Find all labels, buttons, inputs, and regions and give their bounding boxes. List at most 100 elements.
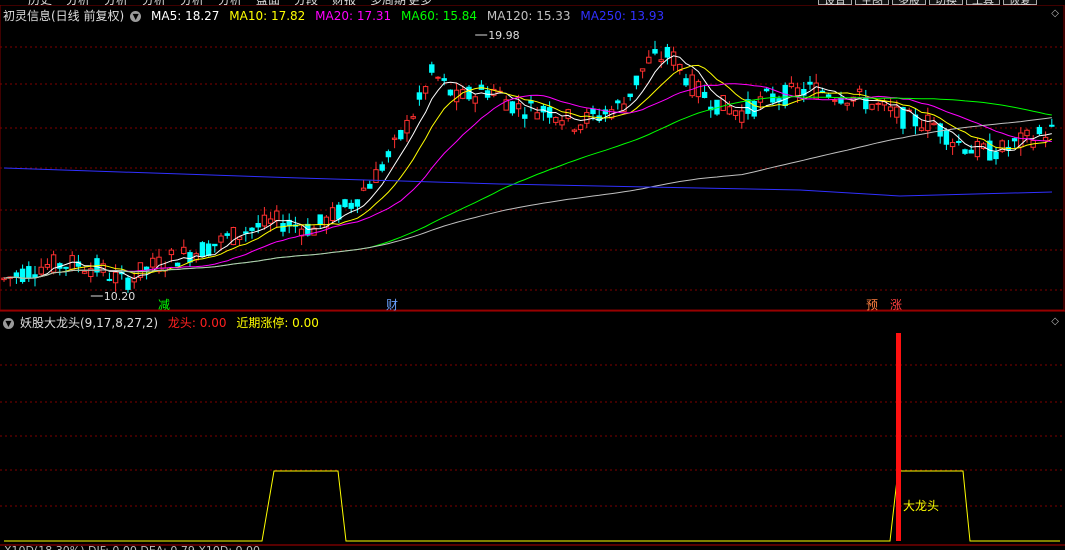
top-menu-button[interactable]: 多股 — [892, 0, 926, 5]
candle-down[interactable] — [782, 84, 788, 106]
candle-up[interactable] — [720, 95, 726, 111]
candle-up[interactable] — [553, 116, 559, 123]
candle-down[interactable] — [379, 164, 385, 171]
candle-down[interactable] — [590, 108, 596, 115]
candle-down[interactable] — [174, 262, 181, 267]
candle-up[interactable] — [360, 187, 367, 191]
top-menu-item[interactable]: 分析 — [66, 0, 90, 5]
candle-up[interactable] — [534, 112, 540, 120]
candle-down[interactable] — [317, 214, 323, 225]
candle-down[interactable] — [441, 78, 447, 81]
candle-up[interactable] — [274, 210, 280, 221]
candle-up[interactable] — [571, 129, 578, 132]
candle-up[interactable] — [515, 103, 522, 110]
candle-down[interactable] — [627, 93, 633, 98]
candle-up[interactable] — [949, 142, 956, 148]
top-menu-item[interactable]: 盘面 — [256, 0, 280, 5]
candle-down[interactable] — [342, 199, 348, 208]
candle-down[interactable] — [416, 92, 423, 100]
candle-up[interactable] — [391, 137, 398, 140]
candle-down[interactable] — [63, 266, 69, 269]
candle-down[interactable] — [187, 252, 193, 263]
candle-down[interactable] — [664, 46, 671, 58]
candle-down[interactable] — [683, 78, 689, 86]
candle-down[interactable] — [385, 151, 392, 158]
candle-down[interactable] — [633, 75, 640, 86]
candle-down[interactable] — [447, 89, 454, 96]
candle-down[interactable] — [701, 91, 708, 98]
candle-down[interactable] — [943, 129, 950, 145]
indicator-title[interactable]: 妖股大龙头(9,17,8,27,2) — [20, 316, 158, 330]
candle-up[interactable] — [435, 76, 441, 79]
candle-down[interactable] — [509, 101, 516, 114]
candle-up[interactable] — [832, 99, 838, 102]
candle-up[interactable] — [218, 235, 224, 243]
candle-up[interactable] — [181, 246, 187, 255]
candle-up[interactable] — [156, 256, 162, 272]
settings-icon[interactable]: ▼ — [130, 11, 142, 22]
top-menu-item[interactable]: 分段 — [294, 0, 318, 5]
candle-up[interactable] — [894, 106, 900, 118]
candle-up[interactable] — [974, 140, 981, 158]
candle-down[interactable] — [751, 100, 757, 117]
candle-up[interactable] — [577, 124, 584, 131]
candle-up[interactable] — [887, 106, 894, 112]
candle-up[interactable] — [261, 214, 268, 227]
candle-up[interactable] — [646, 56, 652, 64]
candle-down[interactable] — [398, 130, 404, 140]
candle-down[interactable] — [125, 277, 131, 290]
candle-down[interactable] — [19, 268, 26, 282]
candle-up[interactable] — [81, 270, 88, 274]
candle-down[interactable] — [205, 243, 212, 256]
candle-up[interactable] — [794, 87, 801, 96]
candle-down[interactable] — [280, 223, 286, 232]
candle-up[interactable] — [869, 103, 875, 110]
candle-up[interactable] — [472, 96, 478, 104]
candle-down[interactable] — [956, 140, 962, 143]
top-menu-item[interactable]: 分析 — [180, 0, 204, 5]
event-marker[interactable]: 预 — [866, 298, 878, 312]
candle-up[interactable] — [732, 110, 739, 116]
candle-down[interactable] — [224, 233, 230, 236]
candle-up[interactable] — [404, 119, 410, 134]
candle-down[interactable] — [993, 151, 999, 160]
candle-down[interactable] — [26, 266, 32, 278]
candle-up[interactable] — [44, 264, 51, 268]
collapse-icon[interactable]: ◇ — [1051, 8, 1059, 19]
candle-down[interactable] — [243, 231, 249, 234]
candle-down[interactable] — [354, 199, 361, 207]
candle-up[interactable] — [267, 218, 274, 224]
candle-down[interactable] — [900, 107, 906, 129]
candle-up[interactable] — [788, 82, 795, 88]
top-menu-button[interactable]: 恢复 — [1003, 0, 1037, 5]
event-marker[interactable]: 减 — [158, 298, 170, 312]
top-menu-item[interactable]: 分析 — [218, 0, 242, 5]
kline-chart-svg[interactable]: 19.98 10.20 减 财 预涨大龙头 X10D(18.30%) DIF: 0.00 … — [0, 0, 1065, 550]
candle-up[interactable] — [813, 82, 819, 100]
top-menu-item[interactable]: 历史 — [28, 0, 52, 5]
dragon-head-bar[interactable] — [896, 333, 901, 541]
candle-down[interactable] — [1011, 138, 1018, 142]
candle-down[interactable] — [1036, 126, 1043, 135]
candle-up[interactable] — [584, 112, 590, 124]
candle-up[interactable] — [565, 109, 571, 119]
top-menu-button[interactable]: 主图 — [855, 0, 889, 5]
candle-down[interactable] — [348, 202, 354, 209]
top-menu-item[interactable]: 分析 — [142, 0, 166, 5]
top-menu-button[interactable]: 工具 — [966, 0, 1000, 5]
candle-up[interactable] — [422, 86, 429, 94]
candle-down[interactable] — [199, 242, 206, 257]
top-menu-button[interactable]: 切换 — [929, 0, 963, 5]
top-menu-item[interactable]: 财报 — [332, 0, 356, 5]
candle-up[interactable] — [410, 116, 416, 119]
top-menu-item[interactable]: 分析 — [104, 0, 128, 5]
candle-down[interactable] — [255, 222, 261, 228]
candle-down[interactable] — [968, 149, 974, 154]
top-menu-button[interactable]: 设置 — [818, 0, 852, 5]
candle-down[interactable] — [336, 204, 342, 220]
candle-up[interactable] — [329, 207, 336, 221]
candle-down[interactable] — [367, 183, 373, 189]
candle-up[interactable] — [670, 51, 677, 66]
candle-down[interactable] — [615, 100, 621, 104]
event-marker[interactable]: 财 — [386, 298, 398, 312]
